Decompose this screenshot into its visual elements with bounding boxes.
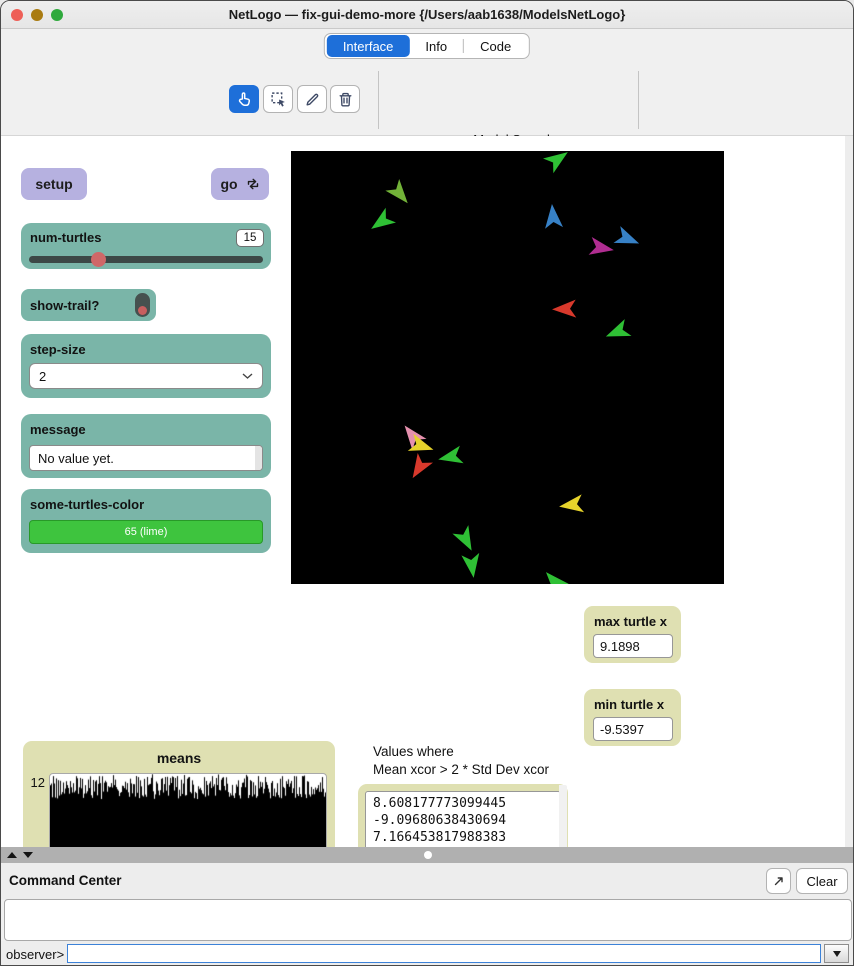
turtle bbox=[543, 203, 563, 228]
monitor-label: max turtle x bbox=[594, 614, 667, 629]
monitor-value: 9.1898 bbox=[593, 634, 673, 658]
chevron-down-icon bbox=[242, 373, 253, 379]
turtle bbox=[405, 453, 433, 483]
marquee-select-icon bbox=[270, 91, 287, 108]
widget-canvas: setup go num-turtles 15 show-trail? step… bbox=[1, 136, 854, 847]
min-turtle-x-monitor: min turtle x -9.5397 bbox=[584, 689, 681, 746]
turtle bbox=[552, 300, 577, 319]
netlogo-window: NetLogo — fix-gui-demo-more {/Users/aab1… bbox=[0, 0, 854, 966]
tab-code[interactable]: Code bbox=[464, 35, 527, 57]
command-center-output[interactable] bbox=[4, 899, 852, 941]
setup-button[interactable]: setup bbox=[21, 168, 87, 200]
edit-tool-button[interactable] bbox=[297, 85, 327, 113]
value-row: 7.166453817988383 bbox=[373, 829, 558, 846]
toggle-knob bbox=[138, 306, 147, 315]
turtle bbox=[461, 553, 482, 579]
popout-icon bbox=[772, 874, 786, 888]
message-input[interactable]: No value yet. bbox=[29, 445, 263, 471]
num-turtles-slider-widget: num-turtles 15 bbox=[21, 223, 271, 269]
tab-info[interactable]: Info bbox=[409, 35, 463, 57]
max-turtle-x-monitor: max turtle x 9.1898 bbox=[584, 606, 681, 663]
color-widget-label: some-turtles-color bbox=[30, 497, 144, 512]
command-input[interactable] bbox=[67, 944, 821, 963]
popout-button[interactable] bbox=[766, 868, 791, 894]
color-picker-widget: some-turtles-color 65 (lime) bbox=[21, 489, 271, 553]
switch-label: show-trail? bbox=[30, 298, 99, 313]
turtle bbox=[539, 566, 568, 584]
agent-type-dropdown[interactable] bbox=[824, 944, 849, 963]
step-size-chooser-widget: step-size 2 bbox=[21, 334, 271, 398]
command-center-title: Command Center bbox=[9, 873, 122, 888]
go-button[interactable]: go bbox=[211, 168, 269, 200]
turtle bbox=[436, 446, 463, 469]
tab-interface[interactable]: Interface bbox=[327, 35, 410, 57]
title-bar: NetLogo — fix-gui-demo-more {/Users/aab1… bbox=[1, 1, 853, 29]
turtle bbox=[558, 494, 584, 515]
turtle bbox=[452, 525, 479, 555]
chooser-label: step-size bbox=[30, 342, 86, 357]
turtle bbox=[385, 179, 414, 209]
pencil-icon bbox=[304, 91, 321, 108]
num-turtles-slider-track[interactable] bbox=[29, 256, 263, 263]
caret-down-icon bbox=[833, 951, 841, 957]
interface-toolbar: Add Widget Align Widgets bbox=[1, 63, 853, 136]
collapse-down-icon[interactable] bbox=[23, 852, 33, 858]
turtles-layer bbox=[291, 151, 724, 584]
delete-tool-button[interactable] bbox=[330, 85, 360, 113]
step-size-select[interactable]: 2 bbox=[29, 363, 263, 389]
select-tool-button[interactable] bbox=[263, 85, 293, 113]
turtle bbox=[366, 208, 396, 237]
interact-tool-button[interactable] bbox=[229, 85, 259, 113]
collapse-up-icon[interactable] bbox=[7, 852, 17, 858]
num-turtles-slider-thumb[interactable] bbox=[91, 252, 106, 267]
turtle bbox=[603, 319, 632, 345]
turtle bbox=[589, 237, 616, 259]
show-trail-toggle[interactable] bbox=[135, 293, 150, 317]
clear-button[interactable]: Clear bbox=[796, 868, 848, 894]
trash-icon bbox=[337, 91, 354, 108]
slider-value[interactable]: 15 bbox=[236, 229, 264, 247]
input-label: message bbox=[30, 422, 86, 437]
values-panel-title: Values where Mean xcor > 2 * Std Dev xco… bbox=[373, 743, 549, 779]
turtle bbox=[614, 226, 643, 252]
command-center-input-row: observer> bbox=[1, 941, 853, 966]
toolbar-divider bbox=[638, 71, 639, 129]
message-input-widget: message No value yet. bbox=[21, 414, 271, 478]
splitter-handle[interactable] bbox=[424, 851, 432, 859]
monitor-value: -9.5397 bbox=[593, 717, 673, 741]
toolbar-divider bbox=[378, 71, 379, 129]
slider-label: num-turtles bbox=[30, 230, 102, 245]
window-title: NetLogo — fix-gui-demo-more {/Users/aab1… bbox=[1, 7, 853, 22]
show-trail-switch-widget[interactable]: show-trail? bbox=[21, 289, 156, 321]
some-turtles-color-button[interactable]: 65 (lime) bbox=[29, 520, 263, 544]
turtle bbox=[543, 151, 573, 173]
scroll-gutter bbox=[845, 136, 854, 847]
tab-row: Interface Info Code bbox=[1, 29, 853, 63]
tab-group: Interface Info Code bbox=[324, 33, 530, 59]
value-row: -9.09680638430694 bbox=[373, 812, 558, 829]
command-center-header: Command Center Clear bbox=[1, 863, 853, 899]
plot-title: means bbox=[23, 750, 335, 766]
world-view[interactable] bbox=[291, 151, 724, 584]
forever-icon bbox=[246, 177, 260, 191]
observer-prompt: observer> bbox=[6, 947, 64, 962]
monitor-label: min turtle x bbox=[594, 697, 664, 712]
hand-icon bbox=[236, 91, 253, 108]
value-row: 8.608177773099445 bbox=[373, 795, 558, 812]
input-grip bbox=[255, 446, 262, 470]
command-center-splitter[interactable] bbox=[1, 847, 853, 863]
